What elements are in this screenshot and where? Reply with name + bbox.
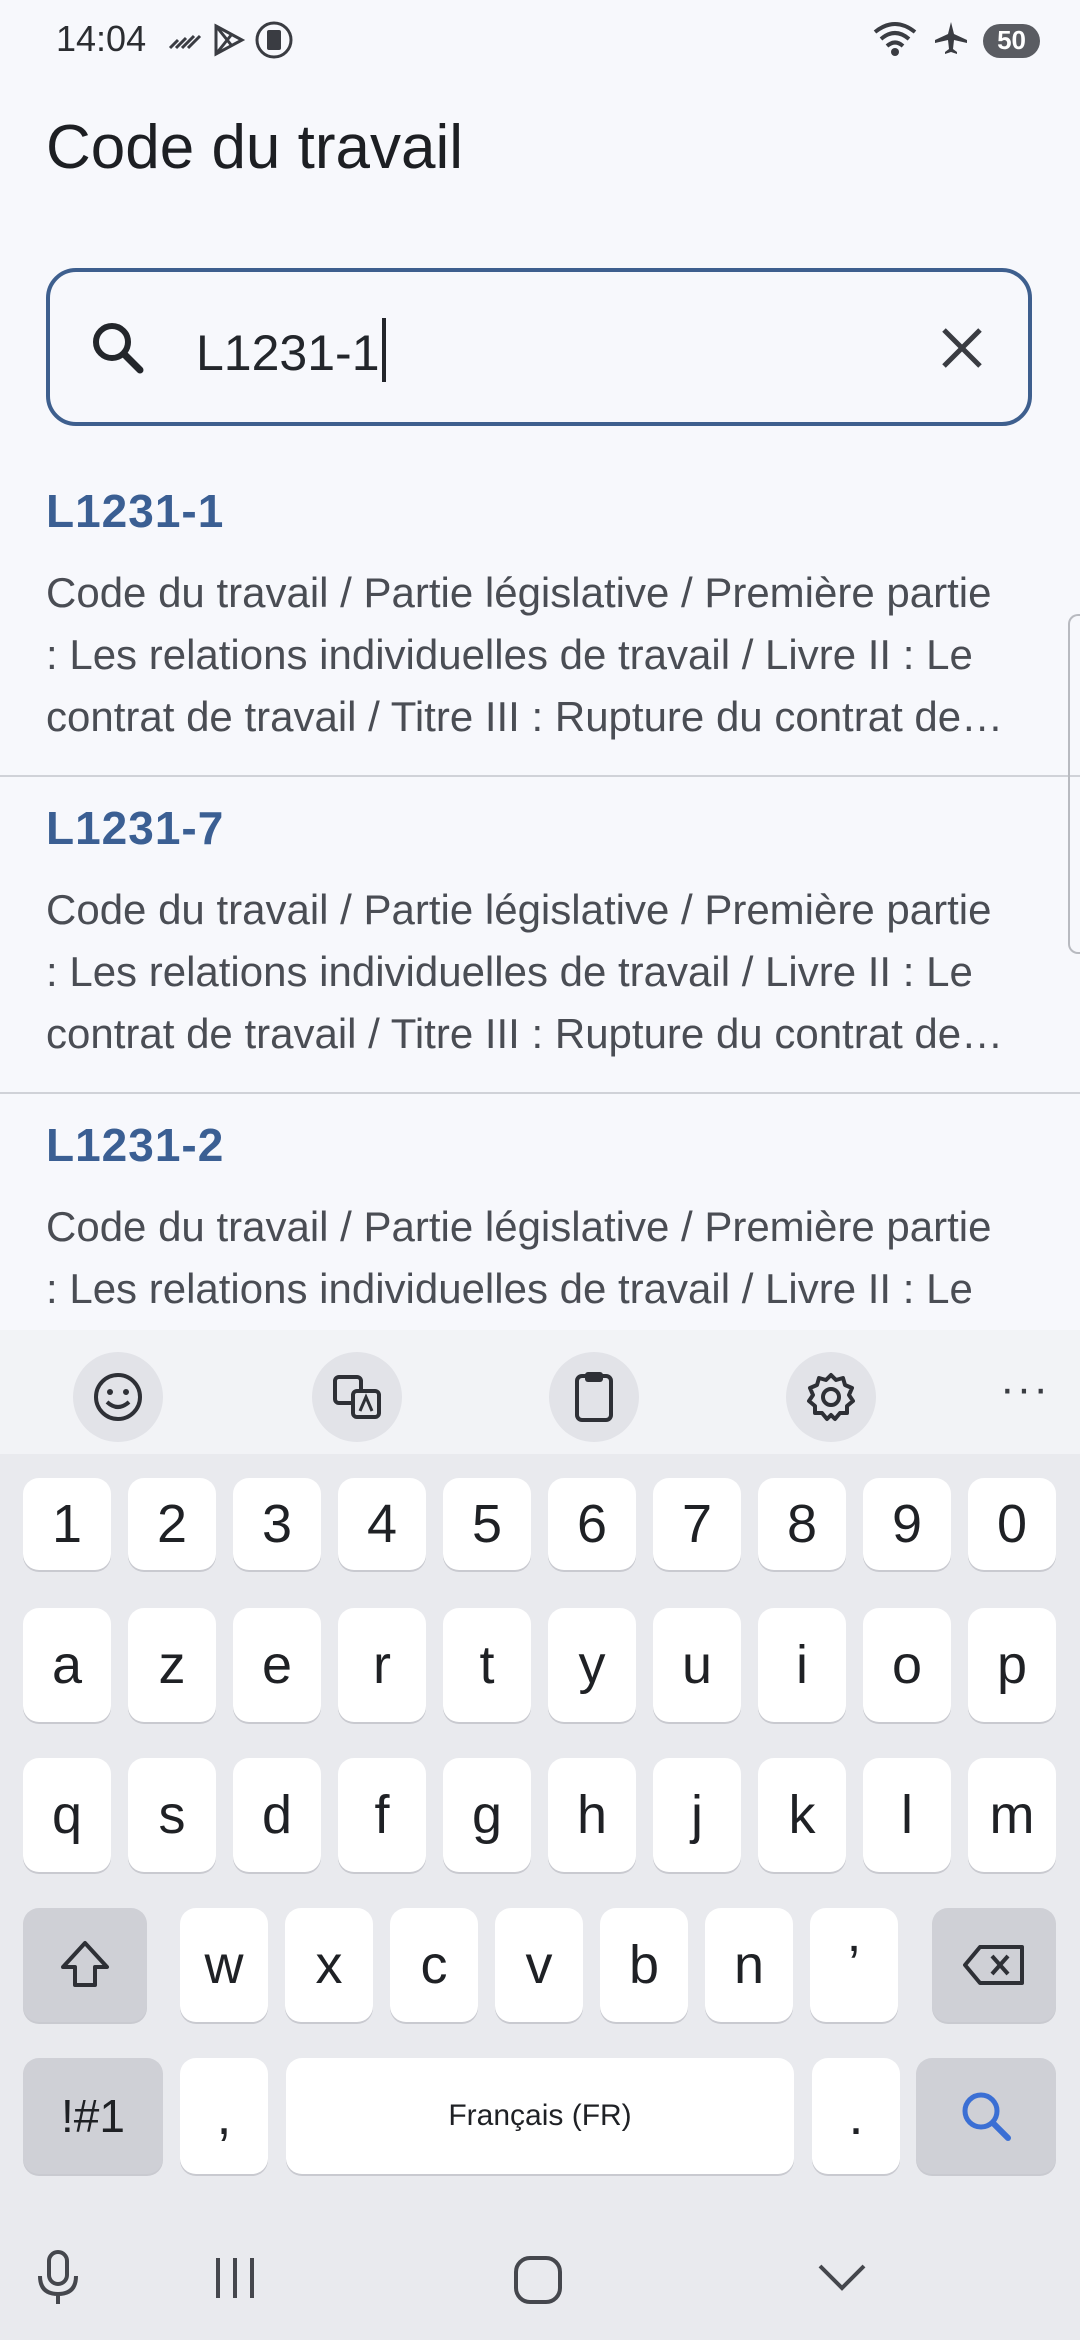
comma-key[interactable]: ,: [180, 2058, 268, 2174]
translate-icon[interactable]: [312, 1352, 402, 1442]
wifi-icon: [871, 18, 919, 63]
key-1[interactable]: 1: [23, 1478, 111, 1570]
status-time: 14:04: [56, 18, 147, 59]
battery-indicator: 50: [983, 23, 1040, 58]
recent-apps-icon[interactable]: [210, 2256, 260, 2305]
clipboard-icon: [254, 20, 294, 65]
key-e[interactable]: e: [233, 1608, 321, 1722]
list-item[interactable]: L1231-2 Code du travail / Partie législa…: [0, 1094, 1080, 1330]
key-8[interactable]: 8: [758, 1478, 846, 1570]
more-icon[interactable]: ···: [1000, 1364, 1050, 1414]
key-6[interactable]: 6: [548, 1478, 636, 1570]
key-i[interactable]: i: [758, 1608, 846, 1722]
key-f[interactable]: f: [338, 1758, 426, 1872]
hide-keyboard-icon[interactable]: [816, 2260, 868, 2301]
scroll-indicator[interactable]: [1068, 614, 1080, 954]
emoji-icon[interactable]: [73, 1352, 163, 1442]
status-right-icons: 50: [871, 18, 1040, 63]
result-title: L1231-7: [46, 802, 225, 854]
search-icon: [962, 2092, 1011, 2141]
key-m[interactable]: m: [968, 1758, 1056, 1872]
search-input-value[interactable]: L1231-1: [196, 318, 386, 382]
key-l[interactable]: l: [863, 1758, 951, 1872]
key-n[interactable]: n: [705, 1908, 793, 2022]
home-icon[interactable]: [512, 2254, 564, 2311]
key-v[interactable]: v: [495, 1908, 583, 2022]
list-item[interactable]: L1231-1 Code du travail / Partie législa…: [0, 460, 1080, 777]
key-j[interactable]: j: [653, 1758, 741, 1872]
key-z[interactable]: z: [128, 1608, 216, 1722]
key-w[interactable]: w: [180, 1908, 268, 2022]
keyboard-toolbar: ···: [0, 1330, 1080, 1454]
backspace-key[interactable]: [932, 1908, 1056, 2022]
status-left-icons: [166, 20, 294, 65]
settings-icon[interactable]: [786, 1352, 876, 1442]
keyboard: ··· 1 2 3 4 5 6 7 8 9 0 a z e r t y u i …: [0, 1330, 1080, 2340]
key-s[interactable]: s: [128, 1758, 216, 1872]
key-0[interactable]: 0: [968, 1478, 1056, 1570]
key-c[interactable]: c: [390, 1908, 478, 2022]
key-apostrophe[interactable]: ’: [810, 1908, 898, 2022]
microphone-icon[interactable]: [34, 2250, 82, 2311]
result-title: L1231-1: [46, 485, 225, 537]
key-d[interactable]: d: [233, 1758, 321, 1872]
key-h[interactable]: h: [548, 1758, 636, 1872]
key-r[interactable]: r: [338, 1608, 426, 1722]
search-key[interactable]: [916, 2058, 1056, 2174]
list-item[interactable]: L1231-7 Code du travail / Partie législa…: [0, 777, 1080, 1094]
no-signal-icon: [166, 22, 202, 63]
result-path: Code du travail / Partie législative / P…: [46, 1203, 992, 1330]
key-9[interactable]: 9: [863, 1478, 951, 1570]
result-path: Code du travail / Partie législative / P…: [46, 886, 992, 1057]
search-input[interactable]: L1231-1: [196, 325, 380, 381]
search-field[interactable]: L1231-1: [46, 268, 1032, 426]
key-q[interactable]: q: [23, 1758, 111, 1872]
key-t[interactable]: t: [443, 1608, 531, 1722]
key-5[interactable]: 5: [443, 1478, 531, 1570]
key-x[interactable]: x: [285, 1908, 373, 2022]
key-y[interactable]: y: [548, 1608, 636, 1722]
key-u[interactable]: u: [653, 1608, 741, 1722]
navigation-bar: [0, 2210, 1080, 2340]
key-3[interactable]: 3: [233, 1478, 321, 1570]
text-caret: [381, 318, 386, 382]
airplane-icon: [933, 20, 969, 61]
key-2[interactable]: 2: [128, 1478, 216, 1570]
result-path: Code du travail / Partie législative / P…: [46, 569, 992, 740]
key-a[interactable]: a: [23, 1608, 111, 1722]
shift-key[interactable]: [23, 1908, 147, 2022]
key-4[interactable]: 4: [338, 1478, 426, 1570]
period-key[interactable]: .: [812, 2058, 900, 2174]
search-icon: [86, 316, 150, 385]
key-7[interactable]: 7: [653, 1478, 741, 1570]
status-bar: 14:04 50: [0, 0, 1080, 80]
result-title: L1231-2: [46, 1119, 225, 1171]
key-b[interactable]: b: [600, 1908, 688, 2022]
key-o[interactable]: o: [863, 1608, 951, 1722]
clipboard-icon[interactable]: [549, 1352, 639, 1442]
close-icon[interactable]: [932, 318, 992, 383]
shift-icon: [61, 1941, 109, 1987]
symbols-key[interactable]: !#1: [23, 2058, 163, 2174]
backspace-icon: [963, 1945, 1024, 1985]
space-key[interactable]: Français (FR): [286, 2058, 794, 2174]
page-title: Code du travail: [46, 113, 464, 182]
key-g[interactable]: g: [443, 1758, 531, 1872]
key-p[interactable]: p: [968, 1608, 1056, 1722]
key-k[interactable]: k: [758, 1758, 846, 1872]
results-list[interactable]: L1231-1 Code du travail / Partie législa…: [0, 460, 1080, 1330]
play-store-icon: [210, 22, 246, 63]
